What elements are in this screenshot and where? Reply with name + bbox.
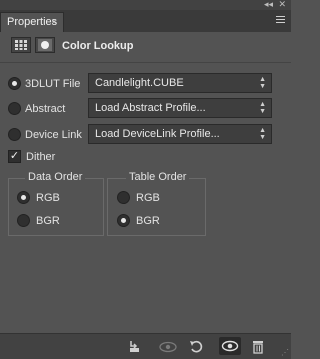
dropdown-device-link[interactable]: Load DeviceLink Profile... ▲ ▼ [88,124,272,144]
dither-label: Dither [26,151,56,163]
table-order-title: Table Order [126,171,190,183]
data-order-bgr-label: BGR [36,215,60,227]
header-divider [0,62,291,63]
panel-title: Color Lookup [62,40,134,52]
window-top-bar: ◂◂ ✕ [0,0,291,10]
data-order-rgb-label: RGB [36,192,60,204]
tab-close-icon[interactable]: × [51,13,57,32]
row-3dlut-file: 3DLUT File Candlelight.CUBE ▲ ▼ [0,73,291,95]
dropdown-3dlut-file[interactable]: Candlelight.CUBE ▲ ▼ [88,73,272,93]
data-order-rgb-radio[interactable] [17,191,30,204]
radio-device-link[interactable] [8,128,21,141]
resize-grip-icon[interactable]: ⋰ [281,348,289,357]
table-order-bgr-label: BGR [136,215,160,227]
label-3dlut-file: 3DLUT File [25,78,81,90]
dropdown-value: Load DeviceLink Profile... [95,128,220,140]
panel-tab-bar: Properties × [0,10,291,32]
dropdown-arrows-icon: ▲ ▼ [259,76,266,90]
dither-checkbox[interactable]: ✓ [8,150,21,163]
label-abstract: Abstract [25,103,66,115]
dropdown-abstract[interactable]: Load Abstract Profile... ▲ ▼ [88,98,272,118]
trash-icon[interactable] [250,339,266,355]
bottom-toolbar: ⋰ [0,333,291,359]
panel-menu-icon[interactable] [276,16,285,25]
radio-3dlut-file[interactable] [8,77,21,90]
row-device-link: Device Link Load DeviceLink Profile... ▲… [0,124,291,146]
dropdown-arrows-icon: ▲ ▼ [259,101,266,115]
data-order-title: Data Order [25,171,86,183]
dropdown-value: Load Abstract Profile... [95,102,206,114]
collapse-icon[interactable]: ◂◂ [264,0,273,10]
dropdown-value: Candlelight.CUBE [95,77,184,89]
adjustment-icon[interactable] [11,37,31,53]
data-order-group: Data Order RGB BGR [8,171,104,236]
clip-to-layer-icon[interactable] [128,339,146,355]
tab-label: Properties [7,16,58,28]
data-order-bgr-radio[interactable] [17,214,30,227]
reset-icon[interactable] [188,339,206,355]
table-order-rgb-radio[interactable] [117,191,130,204]
view-previous-state-icon[interactable] [157,339,179,355]
dropdown-arrows-icon: ▲ ▼ [259,127,266,141]
label-device-link: Device Link [25,129,82,141]
visibility-eye-button[interactable] [219,337,241,355]
tab-properties[interactable]: Properties × [0,12,64,32]
properties-header: Color Lookup [0,32,291,62]
radio-abstract[interactable] [8,102,21,115]
mask-icon[interactable] [35,37,55,53]
table-order-rgb-label: RGB [136,192,160,204]
table-order-bgr-radio[interactable] [117,214,130,227]
close-window-icon[interactable]: ✕ [278,0,286,10]
row-abstract: Abstract Load Abstract Profile... ▲ ▼ [0,98,291,120]
table-order-group: Table Order RGB BGR [107,171,206,236]
